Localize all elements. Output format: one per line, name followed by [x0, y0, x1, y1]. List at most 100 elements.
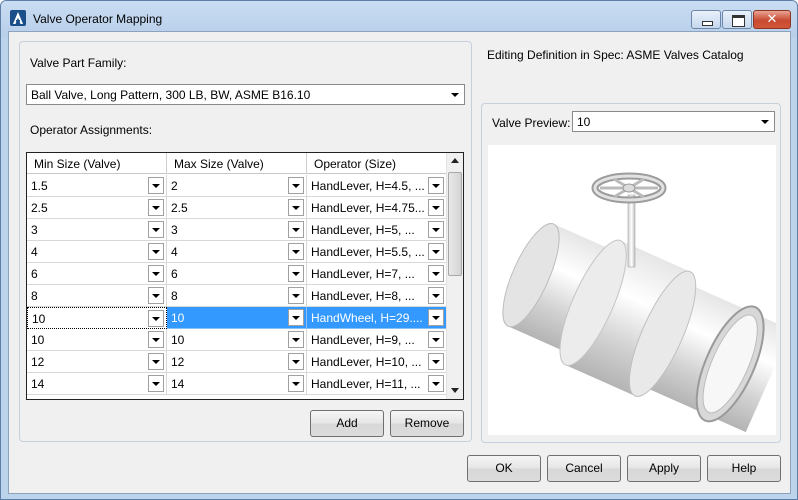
cell-value: HandLever, H=8, ...	[311, 289, 415, 303]
chevron-down-icon[interactable]	[288, 221, 304, 238]
cell-value: 10	[31, 333, 45, 347]
ok-button[interactable]: OK	[467, 455, 541, 482]
part-family-select[interactable]: Ball Valve, Long Pattern, 300 LB, BW, AS…	[26, 84, 465, 105]
table-row[interactable]: 3 3 HandLever, H=5, ...	[27, 219, 447, 241]
table-row[interactable]: 8 8 HandLever, H=8, ...	[27, 285, 447, 307]
valve-preview-select[interactable]: 10	[572, 111, 775, 132]
operator-cell[interactable]: HandLever, H=9, ...	[307, 329, 447, 351]
min-size-cell[interactable]: 8	[27, 285, 167, 307]
chevron-down-icon[interactable]	[288, 309, 304, 326]
chevron-down-icon[interactable]	[428, 199, 444, 216]
chevron-down-icon[interactable]	[148, 199, 164, 216]
chevron-down-icon[interactable]	[428, 287, 444, 304]
chevron-down-icon[interactable]	[428, 331, 444, 348]
operator-cell[interactable]: HandWheel, H=29....	[307, 307, 447, 329]
maximize-button[interactable]	[722, 10, 752, 29]
chevron-down-icon[interactable]	[148, 375, 164, 392]
min-size-cell[interactable]: 4	[27, 241, 167, 263]
chevron-down-icon[interactable]	[148, 331, 164, 348]
max-size-cell[interactable]: 10	[167, 307, 307, 329]
table-row[interactable]: 12 12 HandLever, H=10, ...	[27, 351, 447, 373]
operator-cell[interactable]: HandLever, H=8, ...	[307, 285, 447, 307]
add-button[interactable]: Add	[310, 410, 384, 437]
max-size-cell[interactable]: 12	[167, 351, 307, 373]
column-header-min-size[interactable]: Min Size (Valve)	[27, 153, 167, 174]
cell-value: 2.5	[171, 201, 188, 215]
table-row[interactable]: 14 14 HandLever, H=11, ...	[27, 373, 447, 395]
chevron-down-icon[interactable]	[288, 375, 304, 392]
operator-cell[interactable]: HandLever, H=5, ...	[307, 219, 447, 241]
chevron-down-icon[interactable]	[148, 265, 164, 282]
cell-value: 1.5	[31, 179, 48, 193]
chevron-down-icon[interactable]	[288, 177, 304, 194]
min-size-cell[interactable]: 10	[27, 307, 167, 329]
scroll-down-arrow-icon[interactable]	[447, 382, 463, 399]
table-row[interactable]: 10 10 HandLever, H=9, ...	[27, 329, 447, 351]
chevron-down-icon[interactable]	[148, 353, 164, 370]
max-size-cell[interactable]: 2	[167, 175, 307, 197]
apply-button[interactable]: Apply	[627, 455, 701, 482]
chevron-down-icon[interactable]	[288, 287, 304, 304]
help-button[interactable]: Help	[707, 455, 781, 482]
cell-value: HandLever, H=11, ...	[311, 377, 421, 391]
chevron-down-icon[interactable]	[428, 309, 444, 326]
chevron-down-icon[interactable]	[428, 221, 444, 238]
cell-value: 14	[31, 377, 45, 391]
close-button[interactable]: ✕	[753, 10, 791, 29]
table-row[interactable]: 4 4 HandLever, H=5.5, ...	[27, 241, 447, 263]
scroll-up-arrow-icon[interactable]	[447, 153, 463, 170]
cell-value: 2.5	[31, 201, 48, 215]
cell-value: 10	[171, 333, 185, 347]
chevron-down-icon[interactable]	[428, 265, 444, 282]
operator-assignments-grid[interactable]: Min Size (Valve) Max Size (Valve) Operat…	[26, 152, 464, 400]
chevron-down-icon[interactable]	[148, 221, 164, 238]
operator-cell[interactable]: HandLever, H=5.5, ...	[307, 241, 447, 263]
min-size-cell[interactable]: 12	[27, 351, 167, 373]
table-row[interactable]: 2.5 2.5 HandLever, H=4.75...	[27, 197, 447, 219]
column-header-operator[interactable]: Operator (Size)	[307, 153, 447, 174]
cell-value: HandLever, H=4.5, ...	[311, 179, 425, 193]
chevron-down-icon[interactable]	[288, 265, 304, 282]
operator-cell[interactable]: HandLever, H=11, ...	[307, 373, 447, 395]
operator-cell[interactable]: HandLever, H=7, ...	[307, 263, 447, 285]
column-header-max-size[interactable]: Max Size (Valve)	[167, 153, 307, 174]
operator-cell[interactable]: HandLever, H=4.75...	[307, 197, 447, 219]
max-size-cell[interactable]: 6	[167, 263, 307, 285]
chevron-down-icon[interactable]	[148, 243, 164, 260]
min-size-cell[interactable]: 3	[27, 219, 167, 241]
chevron-down-icon[interactable]	[148, 287, 164, 304]
chevron-down-icon[interactable]	[148, 177, 164, 194]
max-size-cell[interactable]: 8	[167, 285, 307, 307]
table-row[interactable]: 1.5 2 HandLever, H=4.5, ...	[27, 175, 447, 197]
min-size-cell[interactable]: 1.5	[27, 175, 167, 197]
chevron-down-icon[interactable]	[148, 310, 164, 327]
max-size-cell[interactable]: 10	[167, 329, 307, 351]
max-size-cell[interactable]: 2.5	[167, 197, 307, 219]
chevron-down-icon[interactable]	[288, 243, 304, 260]
chevron-down-icon[interactable]	[428, 375, 444, 392]
chevron-down-icon[interactable]	[428, 243, 444, 260]
cell-value: 3	[171, 223, 178, 237]
min-size-cell[interactable]: 2.5	[27, 197, 167, 219]
min-size-cell[interactable]: 14	[27, 373, 167, 395]
cancel-button[interactable]: Cancel	[547, 455, 621, 482]
table-row[interactable]: 6 6 HandLever, H=7, ...	[27, 263, 447, 285]
remove-button[interactable]: Remove	[390, 410, 464, 437]
chevron-down-icon[interactable]	[428, 177, 444, 194]
operator-cell[interactable]: HandLever, H=10, ...	[307, 351, 447, 373]
minimize-button[interactable]	[691, 10, 721, 29]
min-size-cell[interactable]: 10	[27, 329, 167, 351]
chevron-down-icon[interactable]	[288, 353, 304, 370]
scroll-thumb[interactable]	[448, 172, 462, 276]
chevron-down-icon[interactable]	[288, 331, 304, 348]
grid-vertical-scrollbar[interactable]	[446, 153, 463, 399]
max-size-cell[interactable]: 4	[167, 241, 307, 263]
operator-cell[interactable]: HandLever, H=4.5, ...	[307, 175, 447, 197]
chevron-down-icon[interactable]	[428, 353, 444, 370]
table-row[interactable]: 10 10 HandWheel, H=29....	[27, 307, 447, 329]
max-size-cell[interactable]: 3	[167, 219, 307, 241]
min-size-cell[interactable]: 6	[27, 263, 167, 285]
max-size-cell[interactable]: 14	[167, 373, 307, 395]
spec-definition-label: Editing Definition in Spec: ASME Valves …	[487, 48, 744, 62]
chevron-down-icon[interactable]	[288, 199, 304, 216]
